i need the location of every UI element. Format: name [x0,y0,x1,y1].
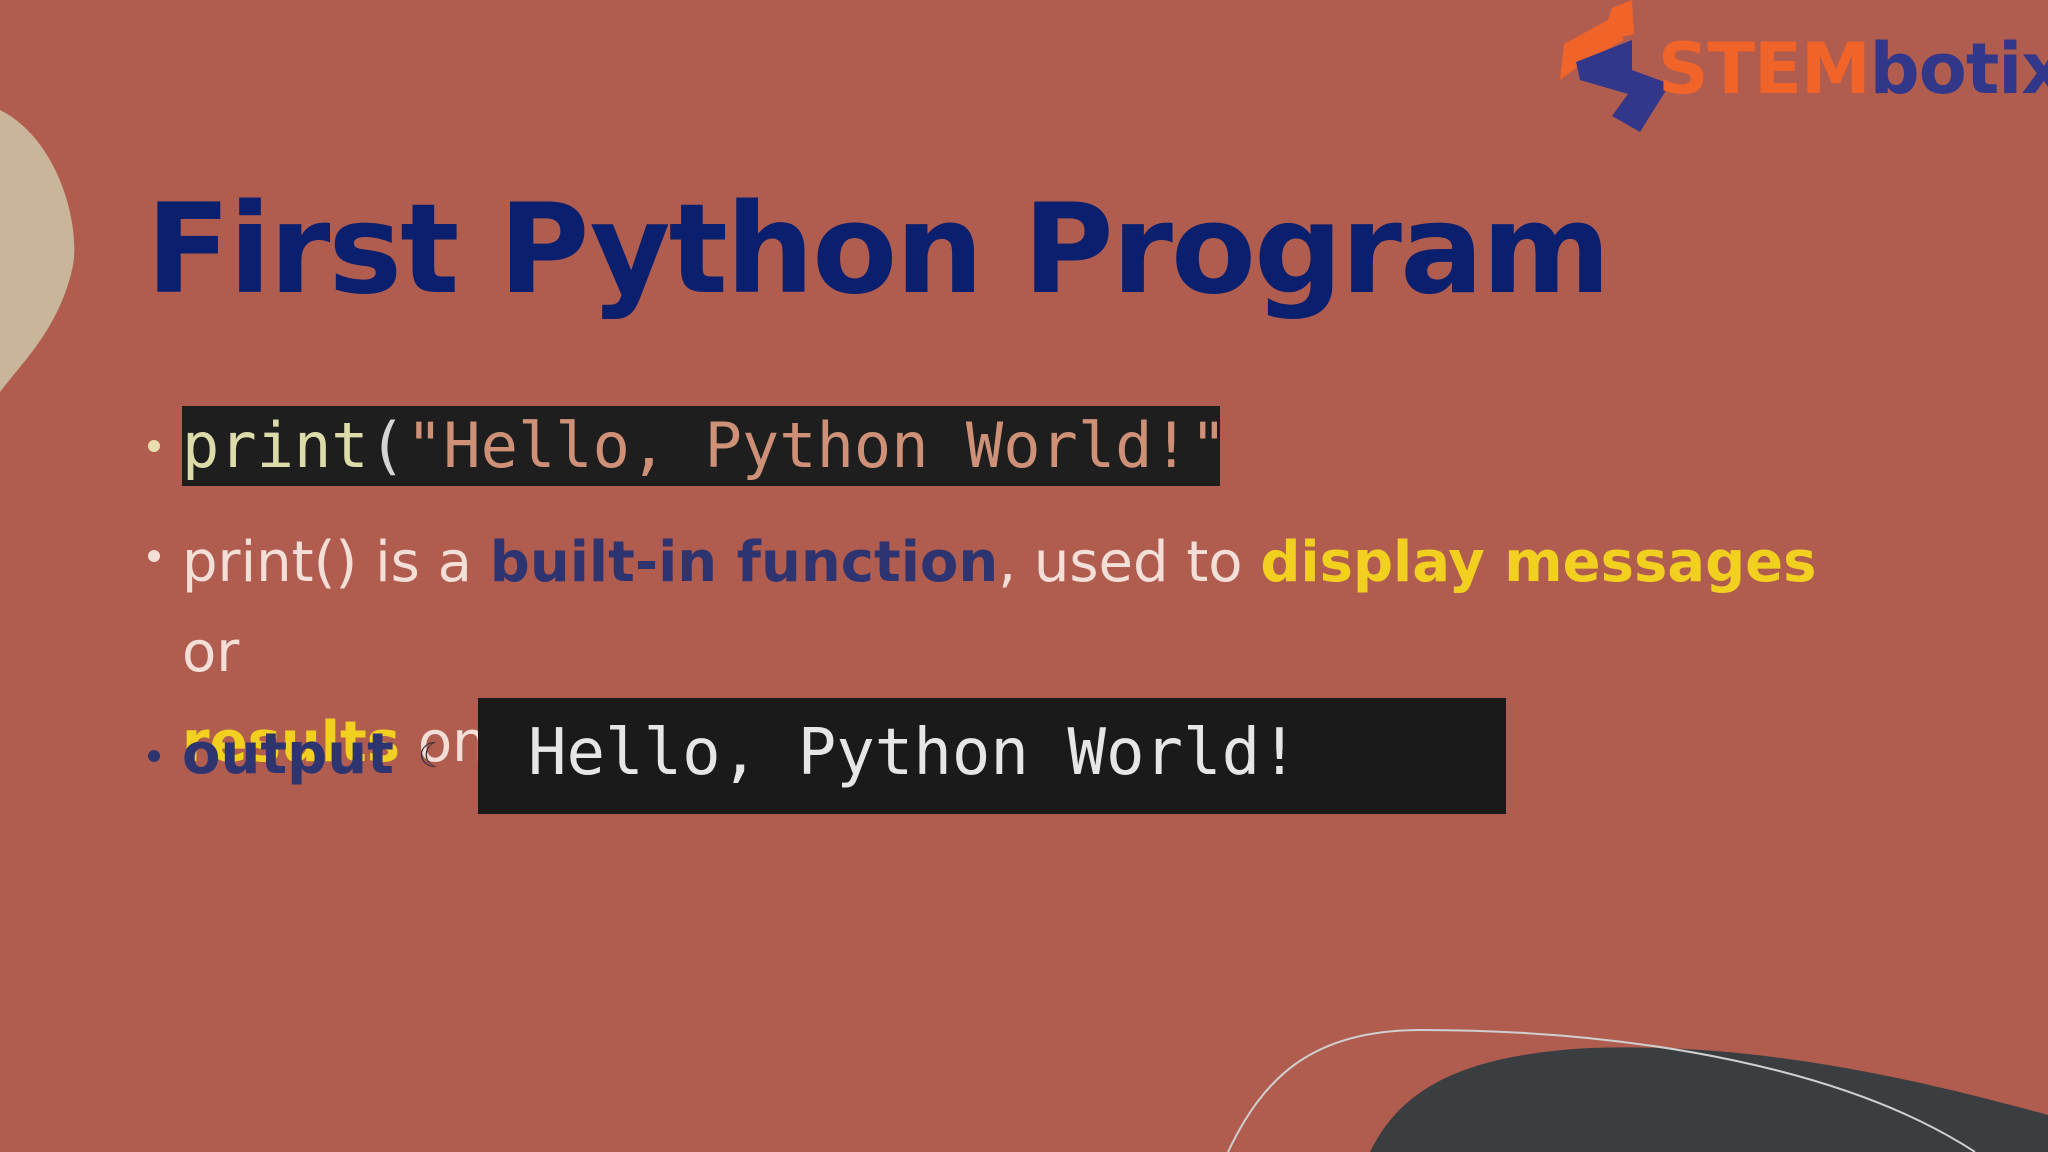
desc-highlight-builtin: built-in function [489,530,999,595]
output-label: output [182,722,394,787]
desc-text-3: or [182,620,240,685]
output-console: Hello, Python World! [478,698,1506,814]
desc-text-2: , used to [998,530,1261,595]
dark-blob [1370,1047,2048,1152]
code-paren-open: ( [368,409,406,482]
bullet-dot [148,550,160,562]
code-function: print [182,409,369,482]
output-text: Hello, Python World! [528,716,1299,790]
brand-wordmark: STEMbotix [1658,28,2048,110]
brand-botix: botix [1869,28,2048,110]
slide: STEMbotix First Python Program print("He… [0,0,2048,1152]
desc-highlight-display: display messages [1260,530,1817,595]
code-line: print("Hello, Python World!") [182,406,1220,486]
desc-text-1: print() is a [182,530,490,595]
beige-blob [0,110,75,392]
brand-stem: STEM [1658,28,1871,110]
code-string: "Hello, Python World!" [405,409,1220,482]
bullet-dot [148,750,160,762]
slide-title: First Python Program [146,178,1611,322]
moon-icon: ☾ [418,736,449,776]
bullet-dot [148,440,160,452]
